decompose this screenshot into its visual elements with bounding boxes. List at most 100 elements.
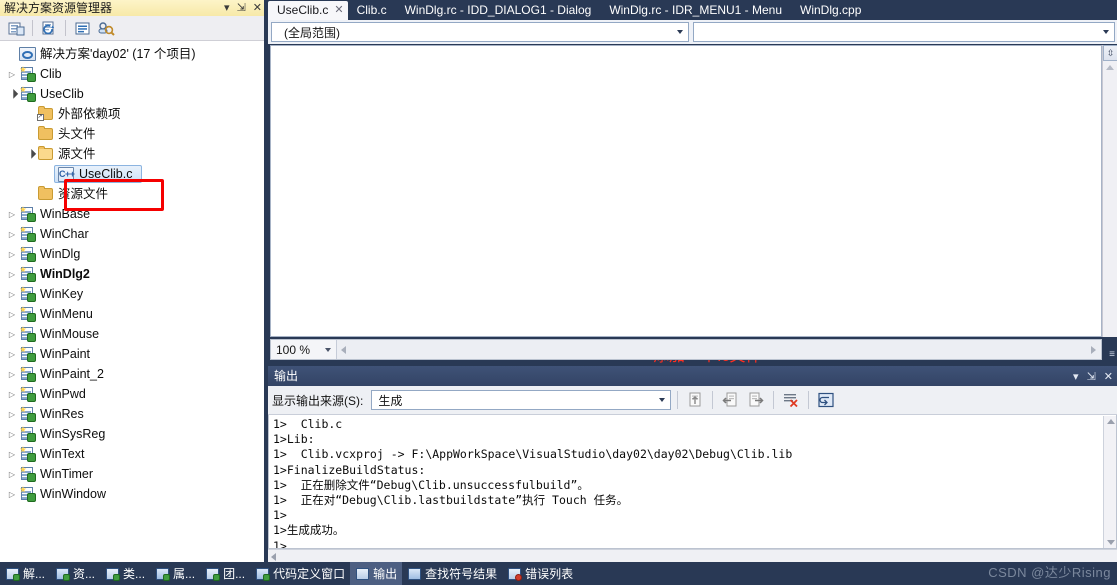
tree-item-winsysreg[interactable]: WinSysReg <box>0 424 264 444</box>
expand-arrow-icon[interactable] <box>6 290 18 299</box>
tree-item-winres[interactable]: WinRes <box>0 404 264 424</box>
tree-item-content[interactable]: WinTimer <box>18 466 93 482</box>
goto-message-icon[interactable] <box>684 389 706 411</box>
tree-item-content[interactable]: WinKey <box>18 286 83 302</box>
tree-item-clib[interactable]: Clib <box>0 64 264 84</box>
close-tab-icon[interactable]: ✕ <box>334 1 343 20</box>
scroll-right-icon[interactable] <box>1091 345 1096 354</box>
code-editor-surface[interactable]: 添加一个.c文件 <box>270 45 1102 365</box>
prev-message-icon[interactable] <box>719 389 741 411</box>
expand-arrow-icon[interactable] <box>6 210 18 219</box>
chevron-down-icon[interactable]: ▾ <box>1073 370 1079 383</box>
scroll-left-icon[interactable] <box>271 552 276 561</box>
tab-overflow-icon[interactable]: ≡ <box>1109 349 1115 361</box>
editor-vertical-scrollbar[interactable]: ⇳ <box>1102 45 1117 337</box>
scroll-up-icon[interactable] <box>1106 65 1114 70</box>
expand-arrow-icon[interactable] <box>6 350 18 359</box>
bottom-tab-find-symbol[interactable]: 查找符号结果 <box>402 562 502 585</box>
editor-tab-useclib[interactable]: UseClib.c ✕ <box>268 1 348 20</box>
tree-item-useclib[interactable]: UseClib <box>0 84 264 104</box>
output-source-dropdown[interactable]: 生成 <box>371 390 672 410</box>
tree-item-winmouse[interactable]: WinMouse <box>0 324 264 344</box>
expand-arrow-icon[interactable] <box>6 230 18 239</box>
tree-item-[interactable]: 源文件 <box>0 144 264 164</box>
home-icon[interactable] <box>6 19 26 38</box>
solution-tree[interactable]: 解决方案'day02' (17 个项目) Clib UseClib ↗ 外部依赖项头文件… <box>0 41 264 562</box>
tree-item-winpwd[interactable]: WinPwd <box>0 384 264 404</box>
close-icon[interactable]: ✕ <box>253 0 262 16</box>
tree-item-winmenu[interactable]: WinMenu <box>0 304 264 324</box>
expand-arrow-icon[interactable] <box>6 390 18 399</box>
tree-item-content[interactable]: WinDlg <box>18 246 80 262</box>
output-text-area[interactable]: 1> Clib.c 1>Lib: 1> Clib.vcxproj -> F:\App… <box>268 415 1117 549</box>
output-vertical-scrollbar[interactable] <box>1103 416 1116 548</box>
expand-arrow-icon[interactable] <box>6 310 18 319</box>
tree-item-winkey[interactable]: WinKey <box>0 284 264 304</box>
expand-arrow-icon[interactable] <box>6 330 18 339</box>
tree-item-content[interactable]: 源文件 <box>36 146 96 162</box>
tree-item-[interactable]: 头文件 <box>0 124 264 144</box>
scroll-left-icon[interactable] <box>341 345 346 354</box>
bottom-tab-code-definition[interactable]: 代码定义窗口 <box>250 562 350 585</box>
expand-arrow-icon[interactable] <box>6 270 18 279</box>
close-icon[interactable]: ✕ <box>1104 370 1113 383</box>
tree-item-wintimer[interactable]: WinTimer <box>0 464 264 484</box>
bottom-tab-resource-view[interactable]: 资... <box>50 562 100 585</box>
pin-icon[interactable]: ⇲ <box>237 0 246 16</box>
expand-arrow-icon[interactable] <box>6 370 18 379</box>
tree-item-day0217[interactable]: 解决方案'day02' (17 个项目) <box>0 44 264 64</box>
zoom-level-dropdown[interactable]: 100 % <box>271 340 337 359</box>
tree-item-winpaint_2[interactable]: WinPaint_2 <box>0 364 264 384</box>
bottom-tab-error-list[interactable]: 错误列表 <box>502 562 578 585</box>
tree-item-windlg2[interactable]: WinDlg2 <box>0 264 264 284</box>
tree-item-content[interactable]: WinBase <box>18 206 90 222</box>
chevron-down-icon[interactable]: ▾ <box>224 0 230 16</box>
member-dropdown[interactable] <box>693 22 1115 42</box>
tree-item-content[interactable]: WinMenu <box>18 306 93 322</box>
tree-item-content[interactable]: WinWindow <box>18 486 106 502</box>
tree-item-content[interactable]: WinMouse <box>18 326 99 342</box>
expand-arrow-icon[interactable] <box>6 470 18 479</box>
expand-arrow-icon[interactable] <box>6 410 18 419</box>
tree-item-content[interactable]: WinChar <box>18 226 89 242</box>
pin-icon[interactable]: ⇲ <box>1087 370 1096 383</box>
tree-item-winpaint[interactable]: WinPaint <box>0 344 264 364</box>
tree-item-content[interactable]: UseClib <box>18 86 84 102</box>
tree-item-winbase[interactable]: WinBase <box>0 204 264 224</box>
editor-tab-clib[interactable]: Clib.c <box>348 1 396 20</box>
editor-tab-windlg[interactable]: WinDlg.rc - IDD_DIALOG1 - Dialog <box>396 1 601 20</box>
split-view-handle[interactable]: ⇳ <box>1103 45 1117 61</box>
editor-tab-windlg[interactable]: WinDlg.cpp <box>791 1 870 20</box>
tree-item-content[interactable]: WinSysReg <box>18 426 105 442</box>
scope-dropdown[interactable]: (全局范围) <box>271 22 689 42</box>
tree-item-useclib.c[interactable]: C++ UseClib.c <box>0 164 264 184</box>
tree-item-winchar[interactable]: WinChar <box>0 224 264 244</box>
tree-item-content[interactable]: WinDlg2 <box>18 266 90 282</box>
properties-icon[interactable] <box>72 19 92 38</box>
expand-arrow-icon[interactable] <box>6 250 18 259</box>
scroll-up-icon[interactable] <box>1106 419 1115 424</box>
clear-all-icon[interactable] <box>780 389 802 411</box>
output-horizontal-scrollbar[interactable] <box>268 549 1117 562</box>
tree-item-[interactable]: ↗ 外部依赖项 <box>0 104 264 124</box>
bottom-tab-class-view[interactable]: 类... <box>100 562 150 585</box>
editor-tab-strip[interactable]: UseClib.c ✕ Clib.c WinDlg.rc - IDD_DIALOG1 … <box>268 0 1117 20</box>
tree-item-content[interactable]: ↗ 外部依赖项 <box>36 106 121 122</box>
bottom-tab-solution-explorer[interactable]: 解... <box>0 562 50 585</box>
tree-item-content[interactable]: 资源文件 <box>36 186 108 202</box>
expand-arrow-icon[interactable] <box>6 70 18 79</box>
editor-tab-windlg[interactable]: WinDlg.rc - IDR_MENU1 - Menu <box>600 1 791 20</box>
tree-item-content[interactable]: WinText <box>18 446 84 462</box>
tree-item-content[interactable]: WinPaint_2 <box>18 366 104 382</box>
word-wrap-icon[interactable] <box>815 389 837 411</box>
selected-tree-item[interactable]: C++ UseClib.c <box>54 165 142 183</box>
expand-arrow-icon[interactable] <box>6 490 18 499</box>
bottom-tab-output[interactable]: 输出 <box>350 562 403 585</box>
bottom-tab-properties[interactable]: 属... <box>150 562 200 585</box>
show-all-files-icon[interactable] <box>95 19 115 38</box>
tree-item-content[interactable]: 解决方案'day02' (17 个项目) <box>18 46 196 62</box>
expand-arrow-icon[interactable] <box>6 430 18 439</box>
tree-item-content[interactable]: WinPaint <box>18 346 90 362</box>
collapse-arrow-icon[interactable] <box>24 149 36 160</box>
tree-item-[interactable]: 资源文件 <box>0 184 264 204</box>
